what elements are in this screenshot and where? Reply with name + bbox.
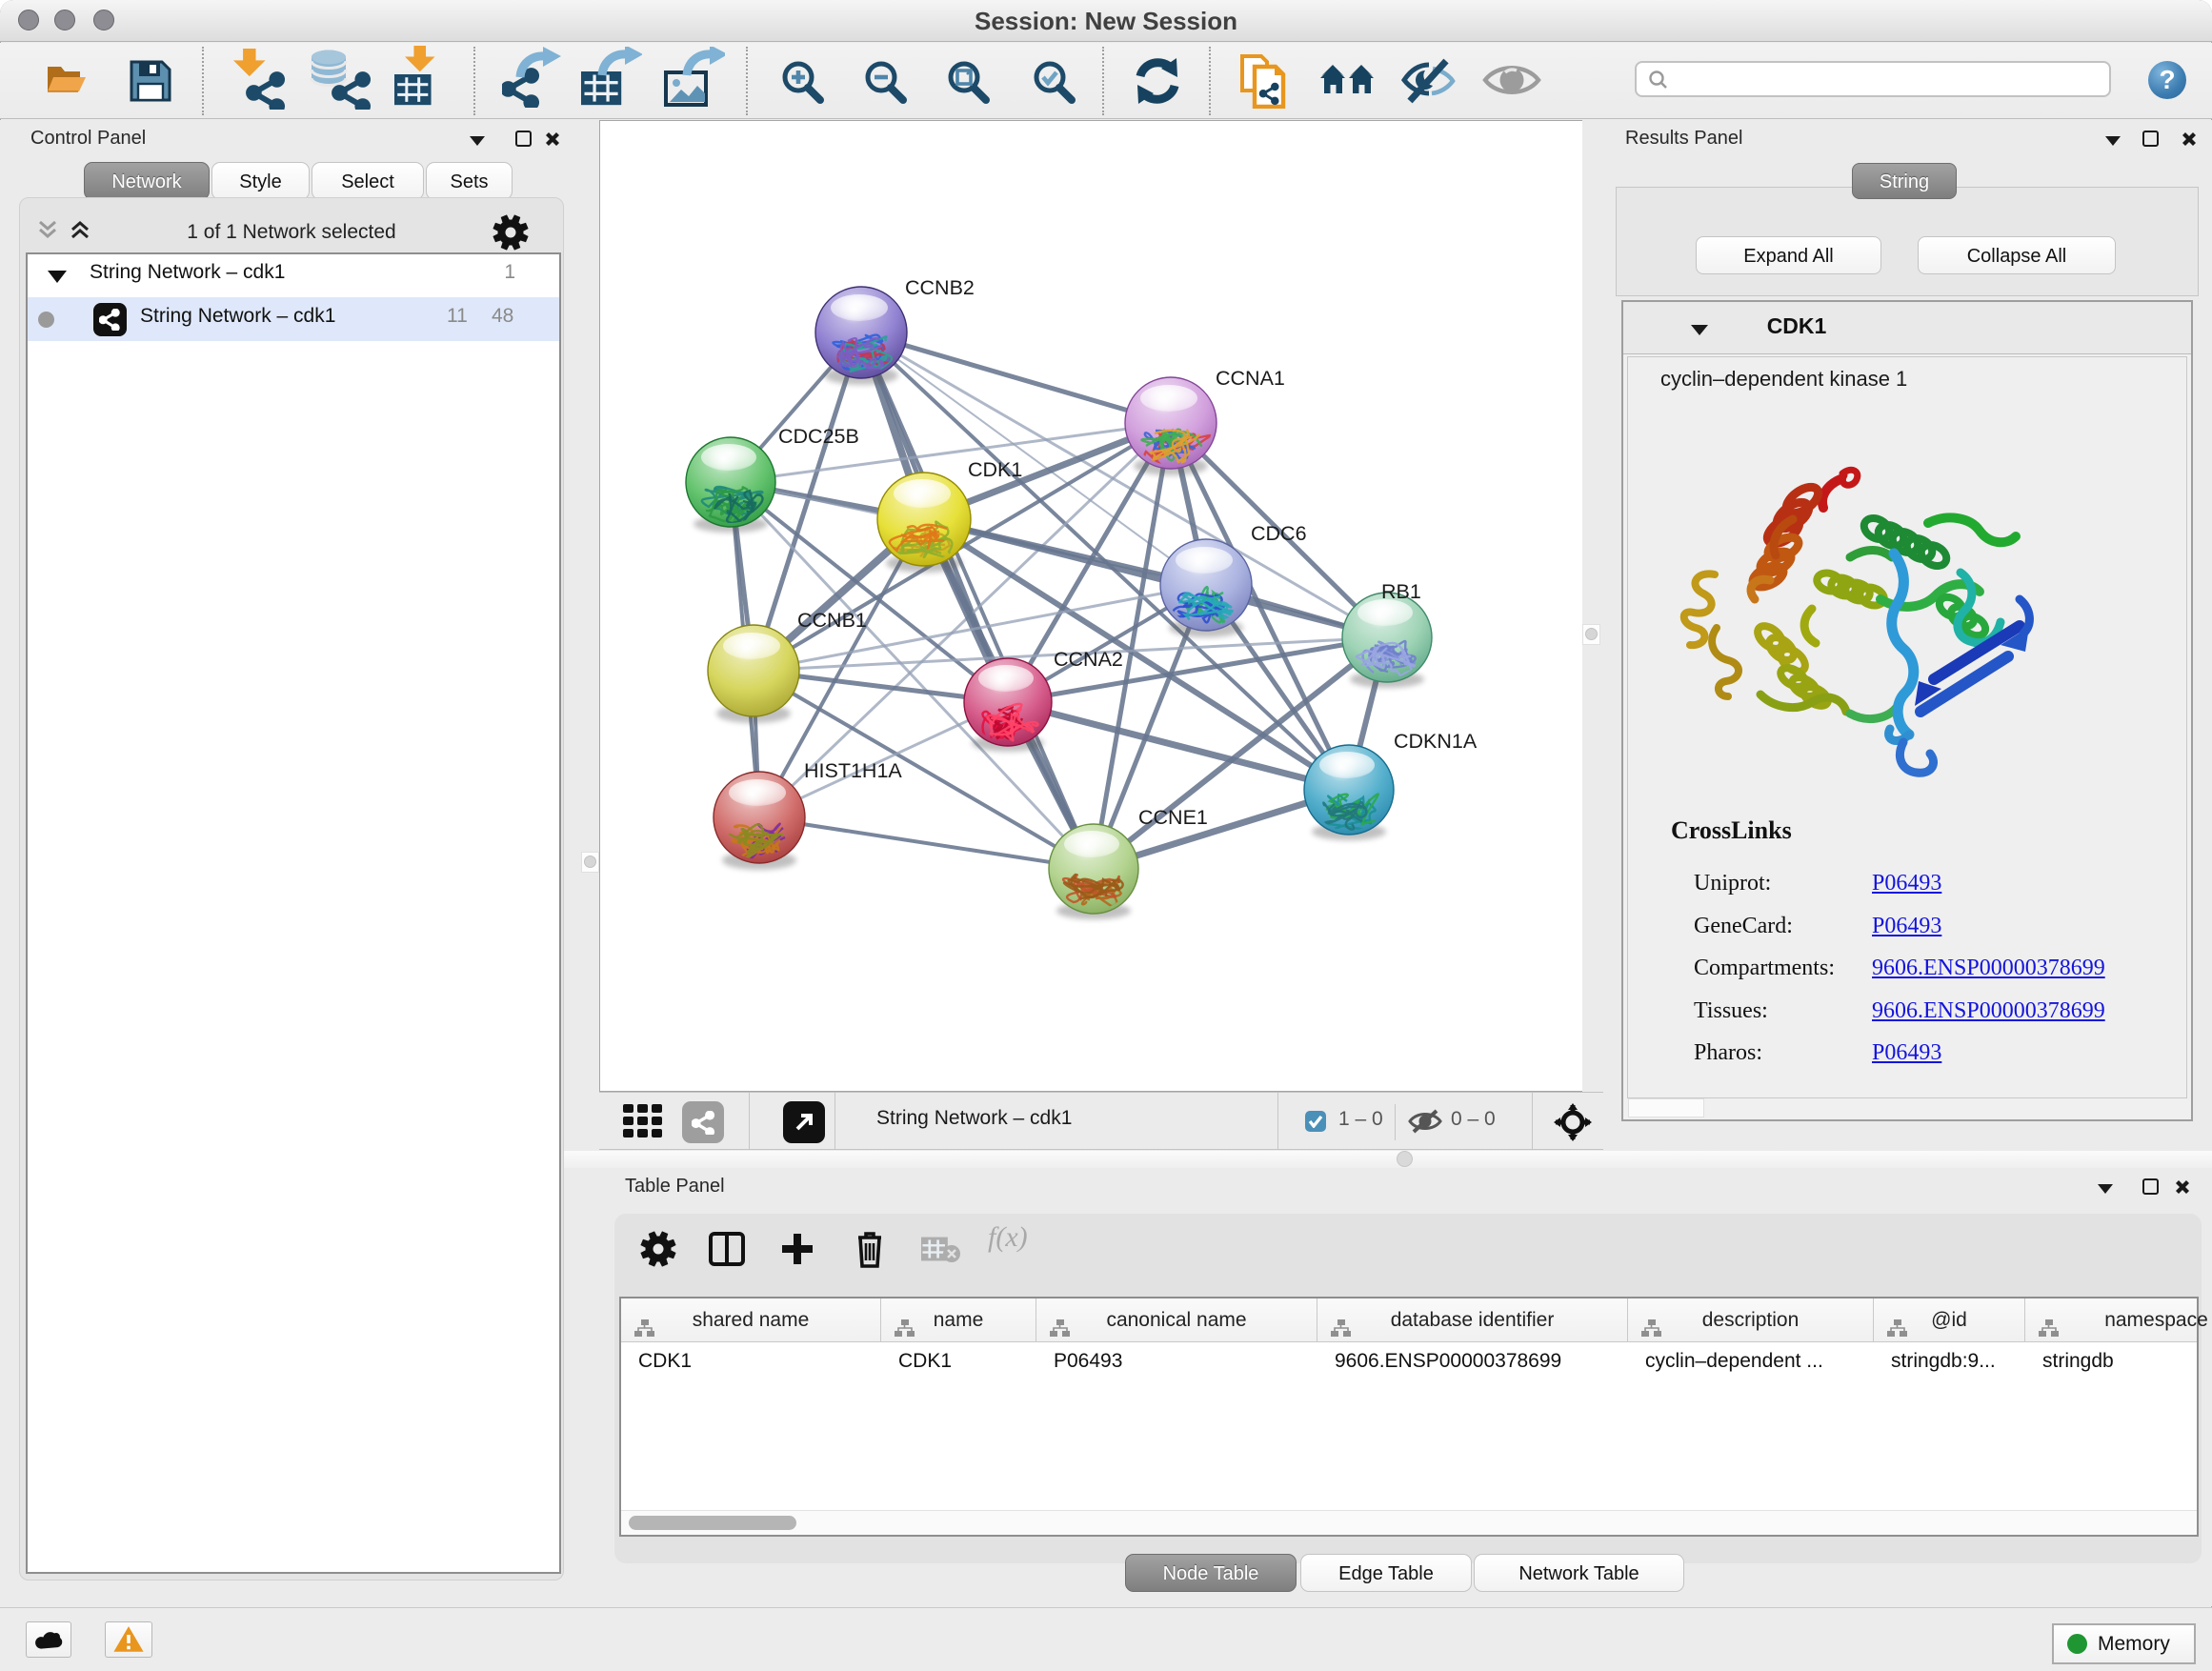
svg-text:CCNB2: CCNB2 [905,276,975,299]
svg-text:CCNE1: CCNE1 [1138,806,1208,829]
svg-text:CCNB1: CCNB1 [797,609,867,632]
svg-text:CDKN1A: CDKN1A [1394,730,1478,753]
svg-text:RB1: RB1 [1381,580,1421,603]
svg-text:CDC6: CDC6 [1251,522,1307,545]
svg-text:CDC25B: CDC25B [778,425,859,448]
svg-text:HIST1H1A: HIST1H1A [804,759,902,782]
svg-text:CDK1: CDK1 [968,458,1022,481]
svg-text:CCNA1: CCNA1 [1216,367,1285,390]
svg-text:CCNA2: CCNA2 [1054,648,1123,671]
